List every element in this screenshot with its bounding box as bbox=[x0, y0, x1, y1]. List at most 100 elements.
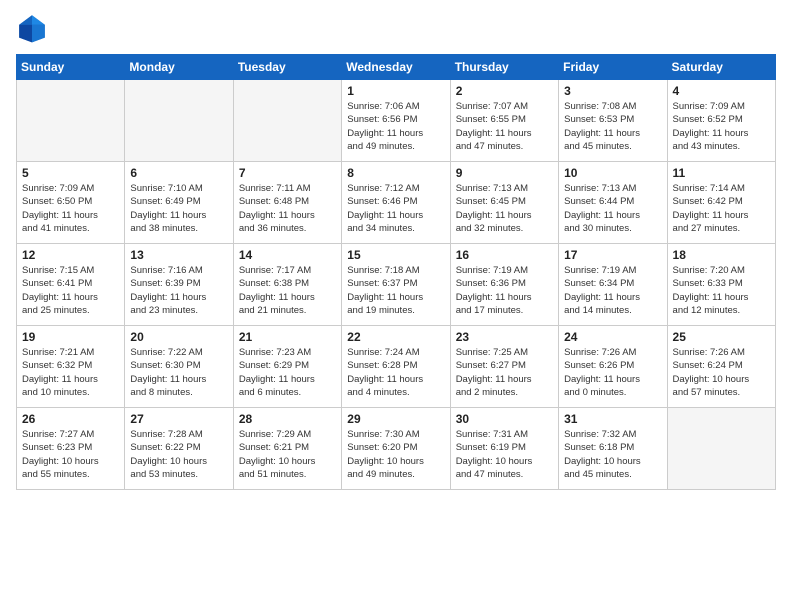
day-info: Sunrise: 7:29 AM Sunset: 6:21 PM Dayligh… bbox=[239, 428, 336, 481]
day-number: 14 bbox=[239, 248, 336, 262]
day-number: 15 bbox=[347, 248, 444, 262]
day-info: Sunrise: 7:17 AM Sunset: 6:38 PM Dayligh… bbox=[239, 264, 336, 317]
day-info: Sunrise: 7:27 AM Sunset: 6:23 PM Dayligh… bbox=[22, 428, 119, 481]
day-cell: 13Sunrise: 7:16 AM Sunset: 6:39 PM Dayli… bbox=[125, 244, 233, 326]
day-number: 28 bbox=[239, 412, 336, 426]
day-info: Sunrise: 7:07 AM Sunset: 6:55 PM Dayligh… bbox=[456, 100, 553, 153]
day-info: Sunrise: 7:24 AM Sunset: 6:28 PM Dayligh… bbox=[347, 346, 444, 399]
logo bbox=[16, 12, 52, 44]
day-cell: 26 Sunrise: 7:27 AM Sunset: 6:23 PM Dayli… bbox=[17, 408, 125, 490]
day-cell: 11 Sunrise: 7:14 AM Sunset: 6:42 PM Dayli… bbox=[667, 162, 775, 244]
day-number: 17 bbox=[564, 248, 661, 262]
day-cell: 3 Sunrise: 7:08 AM Sunset: 6:53 PM Daylig… bbox=[559, 80, 667, 162]
day-cell: 25 Sunrise: 7:26 AM Sunset: 6:24 PM Dayli… bbox=[667, 326, 775, 408]
day-cell: 19Sunrise: 7:21 AM Sunset: 6:32 PM Dayli… bbox=[17, 326, 125, 408]
day-header-saturday: Saturday bbox=[667, 55, 775, 80]
day-number: 31 bbox=[564, 412, 661, 426]
day-number: 10 bbox=[564, 166, 661, 180]
day-info: Sunrise: 7:19 AM Sunset: 6:36 PM Dayligh… bbox=[456, 264, 553, 317]
day-number: 24 bbox=[564, 330, 661, 344]
day-cell: 18 Sunrise: 7:20 AM Sunset: 6:33 PM Dayli… bbox=[667, 244, 775, 326]
day-info: Sunrise: 7:06 AM Sunset: 6:56 PM Dayligh… bbox=[347, 100, 444, 153]
calendar-header-row: SundayMondayTuesdayWednesdayThursdayFrid… bbox=[17, 55, 776, 80]
day-cell: 21 Sunrise: 7:23 AM Sunset: 6:29 PM Dayli… bbox=[233, 326, 341, 408]
day-cell: 9Sunrise: 7:13 AM Sunset: 6:45 PM Daylig… bbox=[450, 162, 558, 244]
day-number: 27 bbox=[130, 412, 227, 426]
day-number: 16 bbox=[456, 248, 553, 262]
day-number: 18 bbox=[673, 248, 770, 262]
day-number: 4 bbox=[673, 84, 770, 98]
day-number: 1 bbox=[347, 84, 444, 98]
day-info: Sunrise: 7:13 AM Sunset: 6:44 PM Dayligh… bbox=[564, 182, 661, 235]
day-cell: 10 Sunrise: 7:13 AM Sunset: 6:44 PM Dayli… bbox=[559, 162, 667, 244]
day-header-tuesday: Tuesday bbox=[233, 55, 341, 80]
week-row-1: 1 Sunrise: 7:06 AM Sunset: 6:56 PM Daylig… bbox=[17, 80, 776, 162]
day-info: Sunrise: 7:23 AM Sunset: 6:29 PM Dayligh… bbox=[239, 346, 336, 399]
day-header-friday: Friday bbox=[559, 55, 667, 80]
day-cell: 14 Sunrise: 7:17 AM Sunset: 6:38 PM Dayli… bbox=[233, 244, 341, 326]
week-row-2: 5 Sunrise: 7:09 AM Sunset: 6:50 PM Daylig… bbox=[17, 162, 776, 244]
day-cell: 5 Sunrise: 7:09 AM Sunset: 6:50 PM Daylig… bbox=[17, 162, 125, 244]
day-cell: 29 Sunrise: 7:30 AM Sunset: 6:20 PM Dayli… bbox=[342, 408, 450, 490]
page-container: SundayMondayTuesdayWednesdayThursdayFrid… bbox=[0, 0, 792, 498]
day-number: 6 bbox=[130, 166, 227, 180]
day-cell: 2Sunrise: 7:07 AM Sunset: 6:55 PM Daylig… bbox=[450, 80, 558, 162]
day-number: 8 bbox=[347, 166, 444, 180]
week-row-5: 26 Sunrise: 7:27 AM Sunset: 6:23 PM Dayli… bbox=[17, 408, 776, 490]
header bbox=[16, 12, 776, 44]
day-cell: 28 Sunrise: 7:29 AM Sunset: 6:21 PM Dayli… bbox=[233, 408, 341, 490]
day-info: Sunrise: 7:26 AM Sunset: 6:26 PM Dayligh… bbox=[564, 346, 661, 399]
day-number: 29 bbox=[347, 412, 444, 426]
day-number: 11 bbox=[673, 166, 770, 180]
day-number: 5 bbox=[22, 166, 119, 180]
day-info: Sunrise: 7:09 AM Sunset: 6:52 PM Dayligh… bbox=[673, 100, 770, 153]
day-cell: 30 Sunrise: 7:31 AM Sunset: 6:19 PM Dayli… bbox=[450, 408, 558, 490]
day-number: 23 bbox=[456, 330, 553, 344]
day-number: 22 bbox=[347, 330, 444, 344]
day-cell: 6 Sunrise: 7:10 AM Sunset: 6:49 PM Daylig… bbox=[125, 162, 233, 244]
day-info: Sunrise: 7:20 AM Sunset: 6:33 PM Dayligh… bbox=[673, 264, 770, 317]
day-info: Sunrise: 7:22 AM Sunset: 6:30 PM Dayligh… bbox=[130, 346, 227, 399]
day-cell: 4 Sunrise: 7:09 AM Sunset: 6:52 PM Daylig… bbox=[667, 80, 775, 162]
day-info: Sunrise: 7:10 AM Sunset: 6:49 PM Dayligh… bbox=[130, 182, 227, 235]
week-row-4: 19Sunrise: 7:21 AM Sunset: 6:32 PM Dayli… bbox=[17, 326, 776, 408]
day-info: Sunrise: 7:11 AM Sunset: 6:48 PM Dayligh… bbox=[239, 182, 336, 235]
day-info: Sunrise: 7:26 AM Sunset: 6:24 PM Dayligh… bbox=[673, 346, 770, 399]
day-cell bbox=[233, 80, 341, 162]
day-info: Sunrise: 7:28 AM Sunset: 6:22 PM Dayligh… bbox=[130, 428, 227, 481]
day-info: Sunrise: 7:18 AM Sunset: 6:37 PM Dayligh… bbox=[347, 264, 444, 317]
day-cell: 12Sunrise: 7:15 AM Sunset: 6:41 PM Dayli… bbox=[17, 244, 125, 326]
day-cell: 17 Sunrise: 7:19 AM Sunset: 6:34 PM Dayli… bbox=[559, 244, 667, 326]
day-header-monday: Monday bbox=[125, 55, 233, 80]
day-cell: 22 Sunrise: 7:24 AM Sunset: 6:28 PM Dayli… bbox=[342, 326, 450, 408]
day-cell: 27 Sunrise: 7:28 AM Sunset: 6:22 PM Dayli… bbox=[125, 408, 233, 490]
day-cell: 8Sunrise: 7:12 AM Sunset: 6:46 PM Daylig… bbox=[342, 162, 450, 244]
day-number: 3 bbox=[564, 84, 661, 98]
day-cell bbox=[125, 80, 233, 162]
day-number: 25 bbox=[673, 330, 770, 344]
day-number: 26 bbox=[22, 412, 119, 426]
day-cell: 23Sunrise: 7:25 AM Sunset: 6:27 PM Dayli… bbox=[450, 326, 558, 408]
day-header-wednesday: Wednesday bbox=[342, 55, 450, 80]
day-info: Sunrise: 7:30 AM Sunset: 6:20 PM Dayligh… bbox=[347, 428, 444, 481]
day-info: Sunrise: 7:14 AM Sunset: 6:42 PM Dayligh… bbox=[673, 182, 770, 235]
day-info: Sunrise: 7:13 AM Sunset: 6:45 PM Dayligh… bbox=[456, 182, 553, 235]
day-header-sunday: Sunday bbox=[17, 55, 125, 80]
day-number: 7 bbox=[239, 166, 336, 180]
day-number: 13 bbox=[130, 248, 227, 262]
day-info: Sunrise: 7:09 AM Sunset: 6:50 PM Dayligh… bbox=[22, 182, 119, 235]
day-cell: 20 Sunrise: 7:22 AM Sunset: 6:30 PM Dayli… bbox=[125, 326, 233, 408]
day-cell: 24 Sunrise: 7:26 AM Sunset: 6:26 PM Dayli… bbox=[559, 326, 667, 408]
day-number: 19 bbox=[22, 330, 119, 344]
day-header-thursday: Thursday bbox=[450, 55, 558, 80]
day-info: Sunrise: 7:08 AM Sunset: 6:53 PM Dayligh… bbox=[564, 100, 661, 153]
day-number: 12 bbox=[22, 248, 119, 262]
day-cell: 1 Sunrise: 7:06 AM Sunset: 6:56 PM Daylig… bbox=[342, 80, 450, 162]
day-number: 20 bbox=[130, 330, 227, 344]
day-cell: 15 Sunrise: 7:18 AM Sunset: 6:37 PM Dayli… bbox=[342, 244, 450, 326]
day-info: Sunrise: 7:31 AM Sunset: 6:19 PM Dayligh… bbox=[456, 428, 553, 481]
day-number: 30 bbox=[456, 412, 553, 426]
day-number: 21 bbox=[239, 330, 336, 344]
day-cell bbox=[667, 408, 775, 490]
day-info: Sunrise: 7:19 AM Sunset: 6:34 PM Dayligh… bbox=[564, 264, 661, 317]
